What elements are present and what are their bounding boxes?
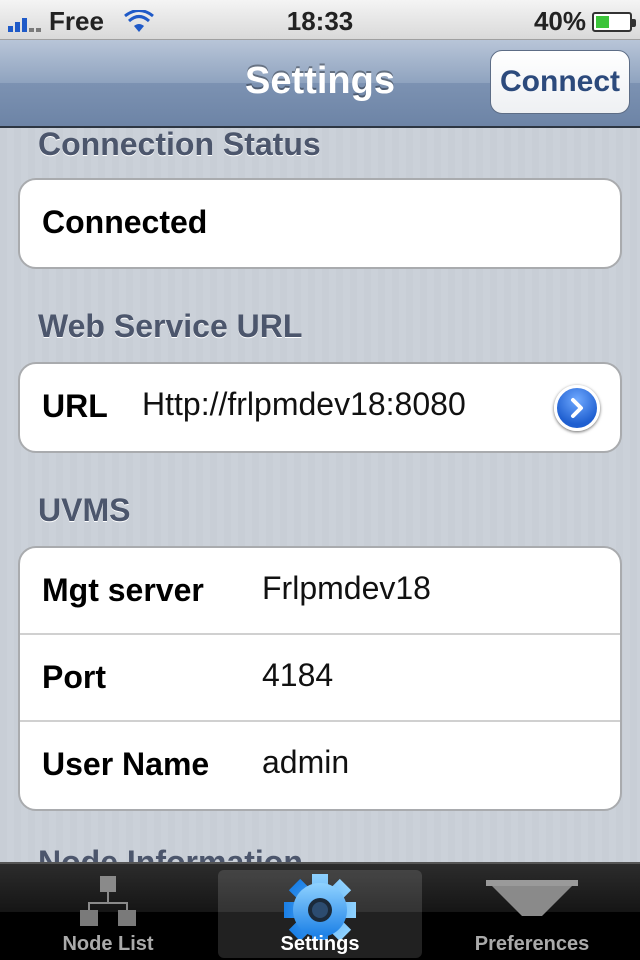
funnel-icon bbox=[486, 880, 578, 916]
status-right: 40% bbox=[533, 6, 636, 37]
uvms-row-label: Port bbox=[42, 659, 106, 695]
uvms-group: Mgt server Frlpmdev18 Port 4184 User Nam… bbox=[18, 546, 622, 811]
uvms-row-value: 4184 bbox=[262, 657, 334, 693]
section-header-node-information: Node Information bbox=[38, 844, 303, 862]
tab-label: Node List bbox=[62, 933, 154, 955]
uvms-row-label: Mgt server bbox=[42, 572, 204, 608]
tab-bar: Node List Settings Preferences bbox=[0, 862, 640, 960]
url-label: URL bbox=[42, 388, 108, 424]
uvms-row-value: Frlpmdev18 bbox=[262, 570, 431, 606]
connection-status-group: Connected bbox=[18, 178, 622, 269]
uvms-row-value: admin bbox=[262, 744, 350, 780]
web-service-group: URL Http://frlpmdev18:8080 bbox=[18, 362, 622, 453]
battery-icon bbox=[592, 11, 636, 32]
uvms-row-mgt-server[interactable]: Mgt server Frlpmdev18 bbox=[20, 548, 620, 635]
uvms-row-port[interactable]: Port 4184 bbox=[20, 635, 620, 722]
settings-content[interactable]: Connection Status Connected Web Service … bbox=[0, 128, 640, 862]
gear-icon bbox=[284, 874, 356, 940]
tab-preferences[interactable]: Preferences bbox=[430, 870, 634, 958]
connection-status-value: Connected bbox=[42, 204, 208, 240]
url-value: Http://frlpmdev18:8080 bbox=[142, 386, 466, 422]
navigation-bar: Settings Connect bbox=[0, 40, 640, 128]
section-header-web-service-url: Web Service URL bbox=[38, 308, 303, 344]
tab-label: Preferences bbox=[474, 933, 590, 955]
disclosure-arrow-icon[interactable] bbox=[554, 385, 600, 431]
tab-settings[interactable]: Settings bbox=[218, 870, 422, 958]
uvms-row-label: User Name bbox=[42, 746, 210, 782]
uvms-row-user-name[interactable]: User Name admin bbox=[20, 722, 620, 809]
status-bar: Free 18:33 40% bbox=[0, 0, 640, 40]
connect-button[interactable]: Connect bbox=[490, 50, 630, 114]
tab-node-list[interactable]: Node List bbox=[6, 870, 210, 958]
hierarchy-icon bbox=[80, 876, 136, 926]
connection-status-row: Connected bbox=[20, 180, 620, 267]
section-header-connection-status: Connection Status bbox=[38, 128, 321, 162]
section-header-uvms: UVMS bbox=[38, 492, 131, 528]
url-row[interactable]: URL Http://frlpmdev18:8080 bbox=[20, 364, 620, 451]
battery-fill bbox=[596, 15, 609, 28]
battery-percent: 40% bbox=[533, 6, 586, 36]
tab-label: Settings bbox=[280, 933, 360, 955]
